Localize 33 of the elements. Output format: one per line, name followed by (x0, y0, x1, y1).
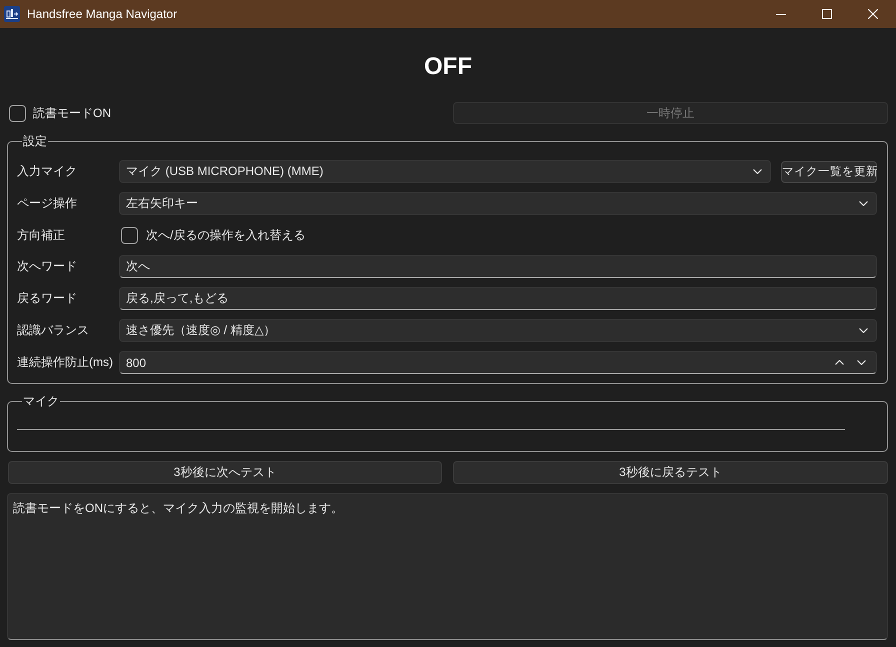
dropdown[interactable]: マイク (USB MICROPHONE) (MME) (119, 160, 771, 183)
input-field[interactable]: 戻る,戻って,もどる (119, 287, 877, 310)
setting-label: 連続操作防止(ms) (17, 354, 114, 371)
input-field[interactable]: 次へ (119, 255, 877, 278)
setting-label: 次へワード (17, 258, 78, 275)
chevron-down-icon (753, 169, 762, 174)
setting-label: 方向補正 (17, 226, 66, 244)
log-text-area[interactable]: 読書モードをONにすると、マイク入力の監視を開始します。 (7, 493, 888, 640)
setting-label: 入力マイク (17, 163, 78, 180)
close-icon (868, 9, 878, 19)
test-button[interactable]: 3秒後に次へテスト (8, 461, 442, 484)
test-button[interactable]: 3秒後に戻るテスト (453, 461, 888, 484)
reading-mode-label[interactable]: 読書モードON (33, 104, 111, 122)
number-field[interactable]: 800 (119, 351, 877, 374)
checkbox-label[interactable]: 次へ/戻るの操作を入れ替える (146, 226, 306, 244)
maximize-icon (822, 9, 832, 19)
setting-label: 戻るワード (17, 290, 78, 307)
dropdown[interactable]: 左右矢印キー (119, 192, 877, 215)
group-title: 設定 (22, 134, 48, 148)
status-text: OFF (424, 52, 472, 82)
dropdown[interactable]: 速さ優先（速度◎ / 精度△） (119, 319, 877, 342)
app-icon (4, 6, 20, 22)
checkbox[interactable] (121, 226, 138, 244)
setting-label: ページ操作 (17, 195, 78, 212)
chevron-down-icon (859, 201, 868, 206)
setting-label: 認識バランス (17, 322, 90, 339)
chevron-up-icon[interactable] (835, 360, 844, 365)
chevron-down-icon (859, 328, 868, 333)
chevron-down-icon[interactable] (857, 360, 866, 365)
reading-mode-checkbox[interactable] (9, 104, 26, 122)
group-title: マイク (22, 394, 60, 408)
window-title: Handsfree Manga Navigator (27, 7, 178, 21)
refresh-button[interactable]: マイク一覧を更新 (781, 160, 877, 182)
